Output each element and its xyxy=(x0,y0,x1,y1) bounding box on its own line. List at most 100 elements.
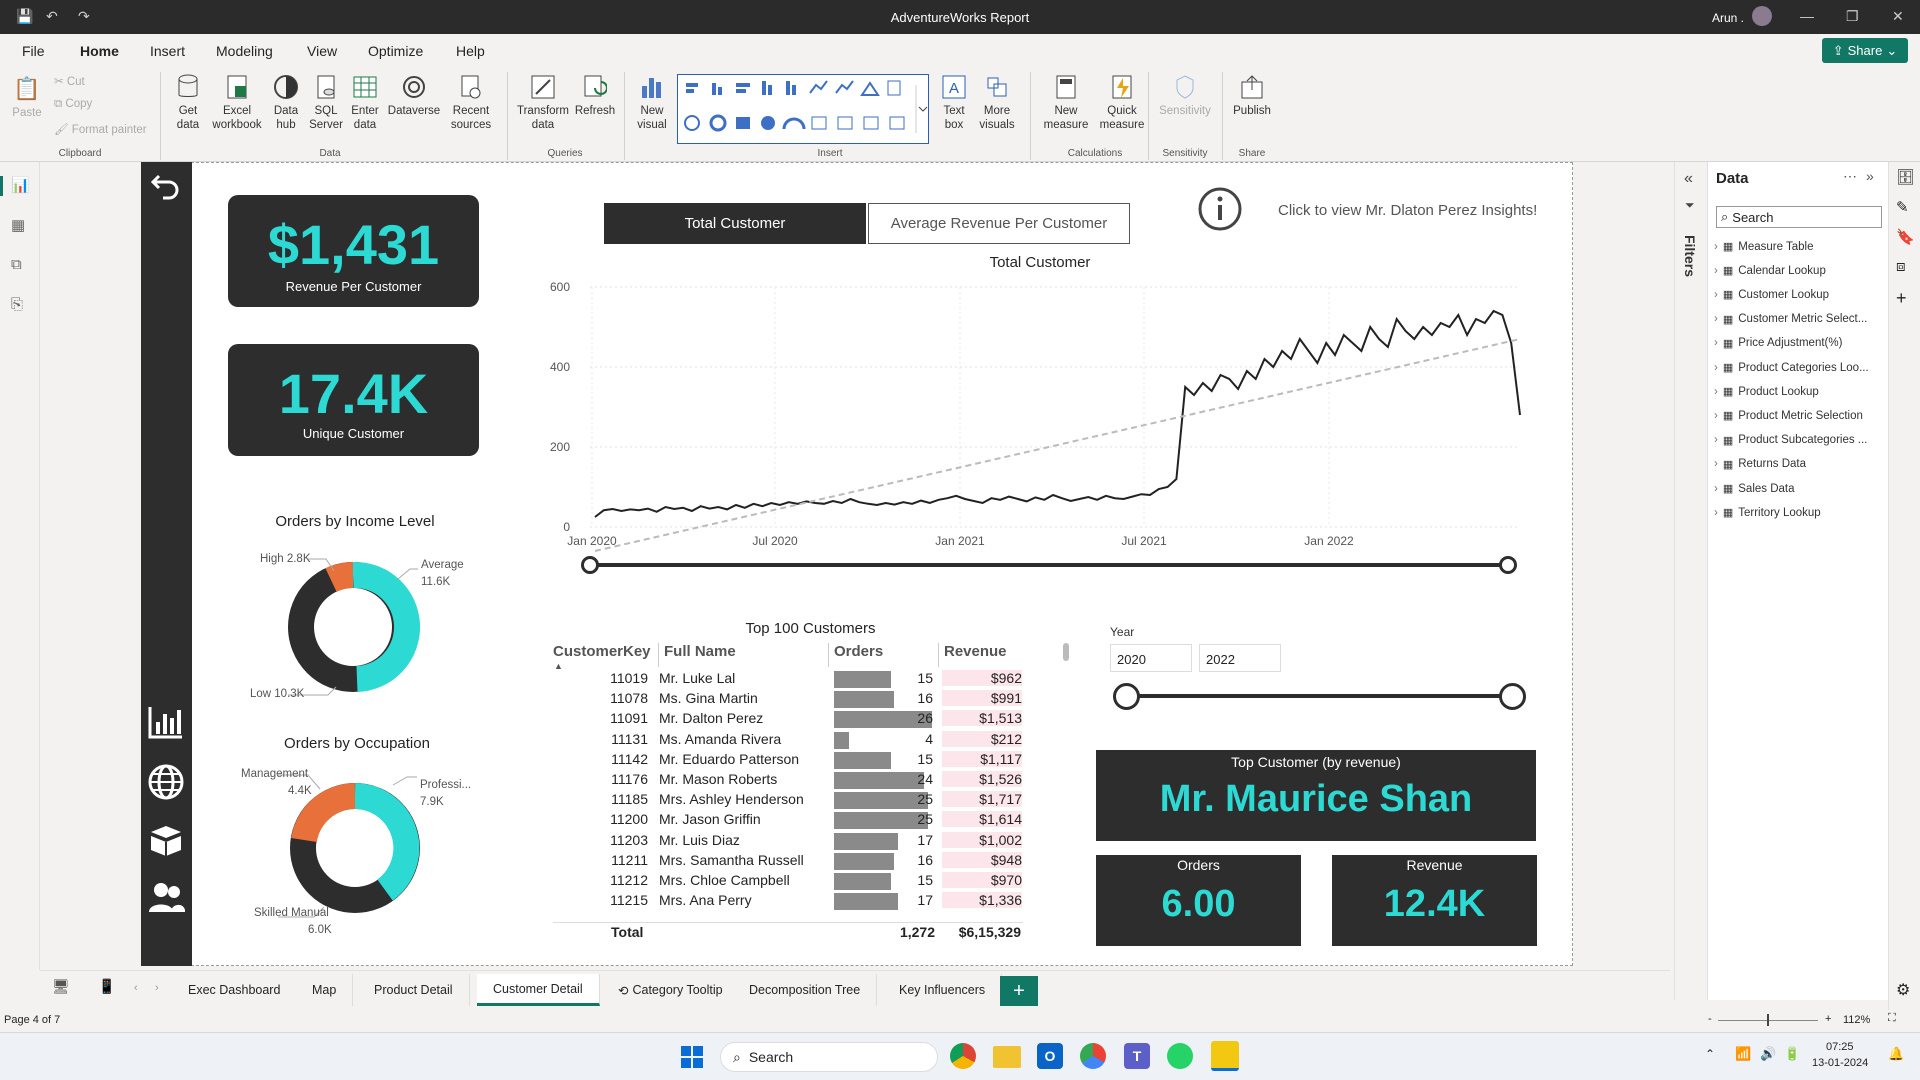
chrome-profile-icon[interactable] xyxy=(1080,1043,1106,1069)
dataverse-button[interactable]: Dataverse xyxy=(385,72,443,118)
year-slider-track[interactable] xyxy=(1124,694,1514,698)
info-icon[interactable] xyxy=(1197,186,1243,237)
menu-help[interactable]: Help xyxy=(456,43,485,59)
bookmark-icon[interactable]: 🔖 xyxy=(1896,228,1915,246)
expand-filters-icon[interactable]: « xyxy=(1684,170,1693,188)
year-slider-start-handle[interactable] xyxy=(1113,683,1140,710)
table-row[interactable]: 11019 Mr. Luke Lal 15 $962 xyxy=(553,670,1023,690)
table-row[interactable]: 11203 Mr. Luis Diaz 17 $1,002 xyxy=(553,831,1023,852)
sensitivity-button[interactable]: Sensitivity xyxy=(1154,72,1216,118)
volume-icon[interactable]: 🔊 xyxy=(1760,1046,1776,1062)
notification-bell-icon[interactable]: 🔔 xyxy=(1888,1046,1904,1062)
year-to-input[interactable]: 2022 xyxy=(1199,644,1281,672)
date-slider-end-handle[interactable] xyxy=(1499,556,1517,574)
more-visuals-button[interactable]: More visuals xyxy=(972,72,1022,132)
menu-optimize[interactable]: Optimize xyxy=(368,43,423,59)
total-customer-line-chart[interactable]: 600 400 200 0Jan 2020 Jul 2020 Jan 2021 Jul 20… xyxy=(540,275,1540,575)
average-revenue-toggle[interactable]: Average Revenue Per Customer xyxy=(868,203,1130,244)
more-options-icon[interactable]: ⋯ xyxy=(1843,168,1857,185)
chrome-icon[interactable] xyxy=(950,1043,976,1069)
year-from-input[interactable]: 2020 xyxy=(1110,644,1192,672)
field-item[interactable]: › ▦ Territory Lookup xyxy=(1714,506,1821,520)
date-slider-track[interactable] xyxy=(589,563,1508,567)
settings-gear-icon[interactable]: ⚙ xyxy=(1896,980,1910,1000)
table-row[interactable]: 11078 Ms. Gina Martin 16 $991 xyxy=(553,690,1023,710)
format-visual-icon[interactable]: ✎ xyxy=(1896,198,1909,216)
table-row[interactable]: 11091 Mr. Dalton Perez 26 $1,513 xyxy=(553,710,1023,730)
transform-data-button[interactable]: Transform data xyxy=(512,72,574,132)
insight-link[interactable]: Click to view Mr. Dlaton Perez Insights! xyxy=(1278,202,1537,219)
minimize-icon[interactable]: — xyxy=(1800,8,1814,24)
selection-icon[interactable]: ⧈ xyxy=(1896,258,1906,275)
visualizations-gallery[interactable] xyxy=(677,74,929,144)
donut-average-slice[interactable] xyxy=(352,561,420,692)
data-pane-icon[interactable]: 🗄 xyxy=(1896,168,1915,186)
header-customer-key[interactable]: CustomerKey xyxy=(553,643,651,660)
header-revenue[interactable]: Revenue xyxy=(938,643,1007,667)
page-tab[interactable]: Map xyxy=(296,974,354,1006)
back-arrow-icon[interactable] xyxy=(149,168,183,207)
box-nav-icon[interactable] xyxy=(147,822,185,861)
header-full-name[interactable]: Full Name xyxy=(658,643,736,667)
field-item[interactable]: › ▦ Product Categories Loo... xyxy=(1714,361,1869,375)
field-item[interactable]: › ▦ Calendar Lookup xyxy=(1714,264,1826,278)
table-row[interactable]: 11142 Mr. Eduardo Patterson 15 $1,117 xyxy=(553,750,1023,771)
publish-button[interactable]: Publish xyxy=(1228,72,1276,118)
avatar[interactable] xyxy=(1752,6,1772,26)
table-row[interactable]: 11215 Mrs. Ana Perry 17 $1,336 xyxy=(553,892,1023,912)
page-tab[interactable]: ⟲ Category Tooltip xyxy=(602,974,740,1006)
zoom-slider-thumb[interactable] xyxy=(1767,1014,1769,1026)
page-tab[interactable]: Exec Dashboard xyxy=(172,974,298,1006)
menu-view[interactable]: View xyxy=(307,43,337,59)
add-pane-icon[interactable]: + xyxy=(1896,288,1907,309)
dax-query-view-icon[interactable]: ⎘ xyxy=(11,296,23,313)
total-customer-toggle[interactable]: Total Customer xyxy=(604,203,866,244)
bar-chart-nav-icon[interactable] xyxy=(147,704,185,745)
chevron-up-icon[interactable]: ⌃ xyxy=(1705,1047,1715,1061)
quick-measure-button[interactable]: Quick measure xyxy=(1094,72,1150,132)
recent-sources-button[interactable]: Recent sources xyxy=(446,72,496,132)
windows-start-icon[interactable] xyxy=(680,1045,704,1074)
page-tab[interactable]: Decomposition Tree xyxy=(733,974,878,1006)
page-tab[interactable]: Customer Detail xyxy=(477,974,600,1006)
menu-modeling[interactable]: Modeling xyxy=(216,43,273,59)
field-item[interactable]: › ▦ Product Lookup xyxy=(1714,385,1819,399)
date-slider-start-handle[interactable] xyxy=(581,556,599,574)
model-view-icon[interactable]: ⧉ xyxy=(11,256,22,273)
field-item[interactable]: › ▦ Price Adjustment(%) xyxy=(1714,337,1842,350)
menu-home[interactable]: Home xyxy=(80,43,119,59)
globe-nav-icon[interactable] xyxy=(147,763,185,806)
format-painter-button[interactable]: 🖌 Format painter xyxy=(54,122,147,136)
tab-scroll-right-icon[interactable]: › xyxy=(155,982,159,994)
table-scrollbar[interactable] xyxy=(1063,643,1069,661)
year-slider-end-handle[interactable] xyxy=(1499,683,1526,710)
page-tab[interactable]: Product Detail xyxy=(358,974,470,1006)
close-icon[interactable]: ✕ xyxy=(1892,8,1904,25)
header-orders[interactable]: Orders xyxy=(828,643,883,667)
field-item[interactable]: › ▦ Returns Data xyxy=(1714,458,1806,471)
desktop-layout-icon[interactable]: 🖥 xyxy=(52,978,70,995)
table-row[interactable]: 11211 Mrs. Samantha Russell 16 $948 xyxy=(553,851,1023,872)
taskbar-search[interactable]: ⌕ Search xyxy=(720,1042,938,1072)
field-item[interactable]: › ▦ Sales Data xyxy=(1714,482,1795,496)
zoom-in-icon[interactable]: + xyxy=(1825,1013,1831,1025)
cut-button[interactable]: ✂ Cut xyxy=(54,74,85,88)
field-item[interactable]: › ▦ Product Metric Selection xyxy=(1714,409,1863,423)
page-tab[interactable]: Key Influencers xyxy=(883,974,1003,1006)
file-explorer-icon[interactable] xyxy=(993,1046,1021,1068)
restore-icon[interactable]: ❐ xyxy=(1846,8,1859,25)
table-row[interactable]: 11212 Mrs. Chloe Campbell 15 $970 xyxy=(553,872,1023,892)
add-page-button[interactable]: + xyxy=(1000,976,1038,1006)
text-box-button[interactable]: A Text box xyxy=(934,72,974,132)
field-item[interactable]: › ▦ Customer Metric Select... xyxy=(1714,313,1867,326)
paste-button[interactable]: 📋 Paste xyxy=(12,74,42,120)
mobile-layout-icon[interactable]: 📱 xyxy=(98,978,115,995)
donut-management-slice[interactable] xyxy=(291,783,356,843)
field-item[interactable]: › ▦ Customer Lookup xyxy=(1714,288,1829,302)
teams-icon[interactable]: T xyxy=(1124,1043,1150,1069)
data-hub-button[interactable]: Data hub xyxy=(266,72,306,132)
enter-data-button[interactable]: Enter data xyxy=(346,72,384,132)
table-row[interactable]: 11176 Mr. Mason Roberts 24 $1,526 xyxy=(553,771,1023,791)
data-search-input[interactable]: ⌕ Search xyxy=(1716,206,1882,228)
sql-server-button[interactable]: SQL Server xyxy=(306,72,346,132)
